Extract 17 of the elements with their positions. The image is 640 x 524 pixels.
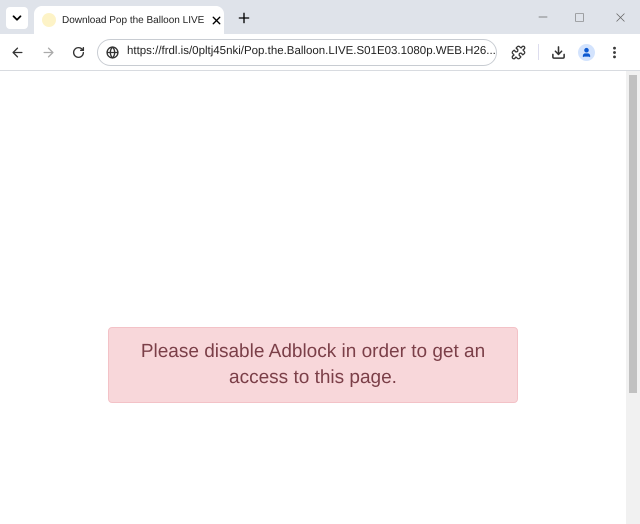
reload-icon[interactable] bbox=[72, 46, 85, 58]
back-icon[interactable] bbox=[10, 44, 25, 60]
globe-icon bbox=[106, 46, 119, 58]
favicon-icon bbox=[42, 13, 56, 27]
download-icon[interactable] bbox=[551, 44, 566, 60]
alert-message: Please disable Adblock in order to get an access to this page. bbox=[140, 340, 486, 390]
profile-avatar[interactable] bbox=[578, 44, 595, 60]
scrollbar[interactable] bbox=[626, 71, 640, 524]
close-icon[interactable] bbox=[210, 14, 224, 26]
browser-tab[interactable]: Download Pop the Balloon LIVE bbox=[34, 6, 224, 34]
url-text: https://frdl.is/0pltj45nki/Pop.the.Balloon.LIVE.S01E03.1080p.WEB.H26... bbox=[127, 44, 496, 60]
tab-title: Download Pop the Balloon LIVE bbox=[62, 14, 204, 28]
new-tab-icon[interactable] bbox=[236, 10, 252, 26]
maximize-icon[interactable] bbox=[574, 12, 585, 23]
extensions-icon[interactable] bbox=[511, 44, 526, 60]
tab-search-button[interactable] bbox=[6, 7, 28, 29]
address-field[interactable]: https://frdl.is/0pltj45nki/Pop.the.Balloon.LIVE.S01E03.1080p.WEB.H26... bbox=[97, 38, 497, 66]
